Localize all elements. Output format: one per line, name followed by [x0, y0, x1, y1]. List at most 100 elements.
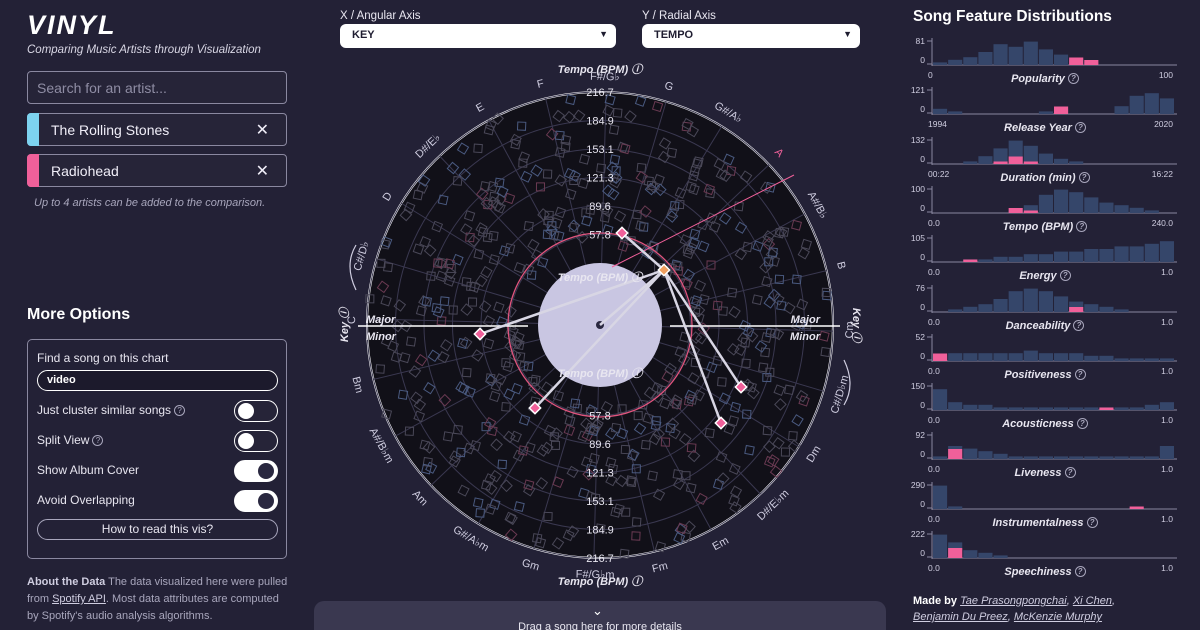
chevron-down-icon[interactable]: ⌄ — [592, 603, 603, 619]
help-icon[interactable]: ? — [1074, 566, 1086, 577]
spotify-api-link[interactable]: Spotify API — [52, 593, 106, 605]
angular-axis-title: Key ⓘ — [850, 308, 863, 344]
key-label: Gm — [520, 557, 540, 573]
histogram-bar — [1069, 456, 1084, 460]
histogram-bar — [948, 308, 963, 312]
radial-tick-label: 153.1 — [586, 144, 614, 156]
radial-tick-label: 153.1 — [586, 496, 614, 508]
find-song-input[interactable]: video — [37, 370, 278, 391]
author-link[interactable]: Xi Chen — [1073, 595, 1112, 607]
remove-artist-icon[interactable]: ✕ — [256, 120, 269, 140]
histogram — [927, 383, 1177, 412]
key-label: G#/A♭ — [712, 100, 744, 126]
help-icon[interactable]: ? — [174, 405, 186, 416]
radial-tick-label: 184.9 — [586, 116, 614, 128]
help-icon[interactable]: ? — [92, 435, 104, 446]
histogram-bar — [1038, 111, 1053, 115]
help-icon[interactable]: ? — [1067, 73, 1079, 84]
key-label: Dm — [804, 444, 823, 465]
histogram-bar — [1144, 358, 1159, 361]
histogram-bar — [1054, 295, 1069, 312]
find-song-label: Find a song on this chart — [37, 351, 169, 365]
histogram-bar — [1114, 456, 1129, 460]
author-link[interactable]: McKenzie Murphy — [1014, 611, 1102, 623]
app-title: VINYL — [27, 10, 117, 40]
split-view-toggle[interactable] — [234, 430, 278, 452]
histogram-bar — [963, 306, 978, 312]
histogram-bar — [1054, 407, 1069, 411]
distribution-release-year: 121 0 1994 2020 Release Year? — [905, 85, 1185, 134]
histogram-bar — [1054, 106, 1069, 115]
y-axis-select[interactable]: TEMPO ▼ — [642, 24, 860, 48]
cluster-toggle[interactable] — [234, 400, 278, 422]
y-axis-label: Y / Radial Axis — [642, 10, 716, 22]
histogram-bar — [978, 52, 993, 65]
histogram — [927, 87, 1177, 116]
histogram — [927, 284, 1177, 313]
histogram-bar — [1144, 404, 1159, 411]
histogram-bar — [933, 353, 948, 361]
x-axis-select[interactable]: KEY ▼ — [340, 24, 616, 48]
histogram-bar — [1099, 456, 1114, 460]
help-icon[interactable]: ? — [1073, 319, 1085, 331]
radial-tick-label: 121.3 — [586, 468, 614, 480]
histogram-bar — [1008, 256, 1023, 263]
histogram-bar — [1144, 210, 1159, 213]
histogram-bar — [1054, 251, 1069, 263]
distribution-label: Instrumentalness? — [905, 516, 1185, 529]
histogram-bar — [948, 402, 963, 411]
distribution-label: Acousticness? — [905, 418, 1185, 430]
how-to-read-button[interactable]: How to read this vis? — [37, 519, 278, 540]
artist-color-bar — [27, 154, 39, 187]
key-label: Bm — [349, 376, 365, 395]
histogram-bar — [1114, 205, 1129, 213]
help-icon[interactable]: ? — [1076, 418, 1088, 430]
histogram-bar — [1129, 407, 1144, 411]
histogram-bar — [1114, 407, 1129, 411]
help-icon[interactable]: ? — [1078, 171, 1090, 183]
split-view-label: Split View? — [37, 433, 104, 447]
artist-search-input[interactable]: Search for an artist... — [27, 71, 287, 104]
key-label: B — [834, 261, 847, 271]
help-icon[interactable]: ? — [1074, 368, 1086, 380]
dropzone-text: Drag a song here for more details — [518, 621, 682, 630]
histogram-bar — [978, 303, 993, 312]
histogram-bar — [1099, 306, 1114, 312]
histogram-bar — [1069, 407, 1084, 411]
radial-chart[interactable]: 57.8 57.8 89.6 89.6 121.3 121.3 153.1 153.1 184.… — [320, 55, 880, 600]
help-icon[interactable]: ? — [1059, 270, 1071, 282]
histogram-bar — [1114, 308, 1129, 312]
histogram-bar — [963, 404, 978, 411]
radial-tick-label: 89.6 — [589, 201, 610, 213]
key-label: C#/D♭ — [352, 240, 372, 272]
x-axis-label: X / Angular Axis — [340, 10, 421, 22]
song-details-dropzone[interactable]: ⌄ Drag a song here for more details — [314, 601, 886, 630]
help-icon[interactable]: ? — [1086, 516, 1098, 528]
key-label: F — [536, 78, 546, 91]
histogram-bar — [963, 550, 978, 558]
key-label: A#/B♭m — [367, 426, 396, 465]
histogram — [927, 136, 1177, 165]
remove-artist-icon[interactable]: ✕ — [256, 161, 269, 181]
histogram-bar — [1084, 407, 1099, 411]
left-panel: VINYL Comparing Music Artists through Vi… — [0, 0, 310, 630]
histogram-bar — [963, 352, 978, 361]
author-link[interactable]: Tae Prasongpongchai — [960, 595, 1067, 607]
help-icon[interactable]: ? — [1064, 467, 1076, 479]
album-cover-toggle[interactable] — [234, 460, 278, 482]
help-icon[interactable]: ? — [1076, 220, 1088, 232]
options-box: Find a song on this chart video Just clu… — [27, 339, 287, 559]
distributions-title: Song Feature Distributions — [913, 8, 1112, 25]
histogram-bar — [948, 352, 963, 361]
histogram-bar — [933, 485, 948, 509]
histogram-bar — [1038, 290, 1053, 312]
avoid-overlap-toggle[interactable] — [234, 490, 278, 512]
histogram-bar — [1114, 106, 1129, 115]
author-link[interactable]: Benjamin Du Preez — [913, 611, 1008, 623]
histogram-bar — [933, 109, 948, 115]
histogram-bar — [1084, 355, 1099, 361]
artist-name: Radiohead — [51, 163, 119, 179]
help-icon[interactable]: ? — [1074, 122, 1086, 134]
distribution-acousticness: 150 0 0.0 1.0 Acousticness? — [905, 381, 1185, 430]
histogram-bar — [948, 548, 963, 558]
